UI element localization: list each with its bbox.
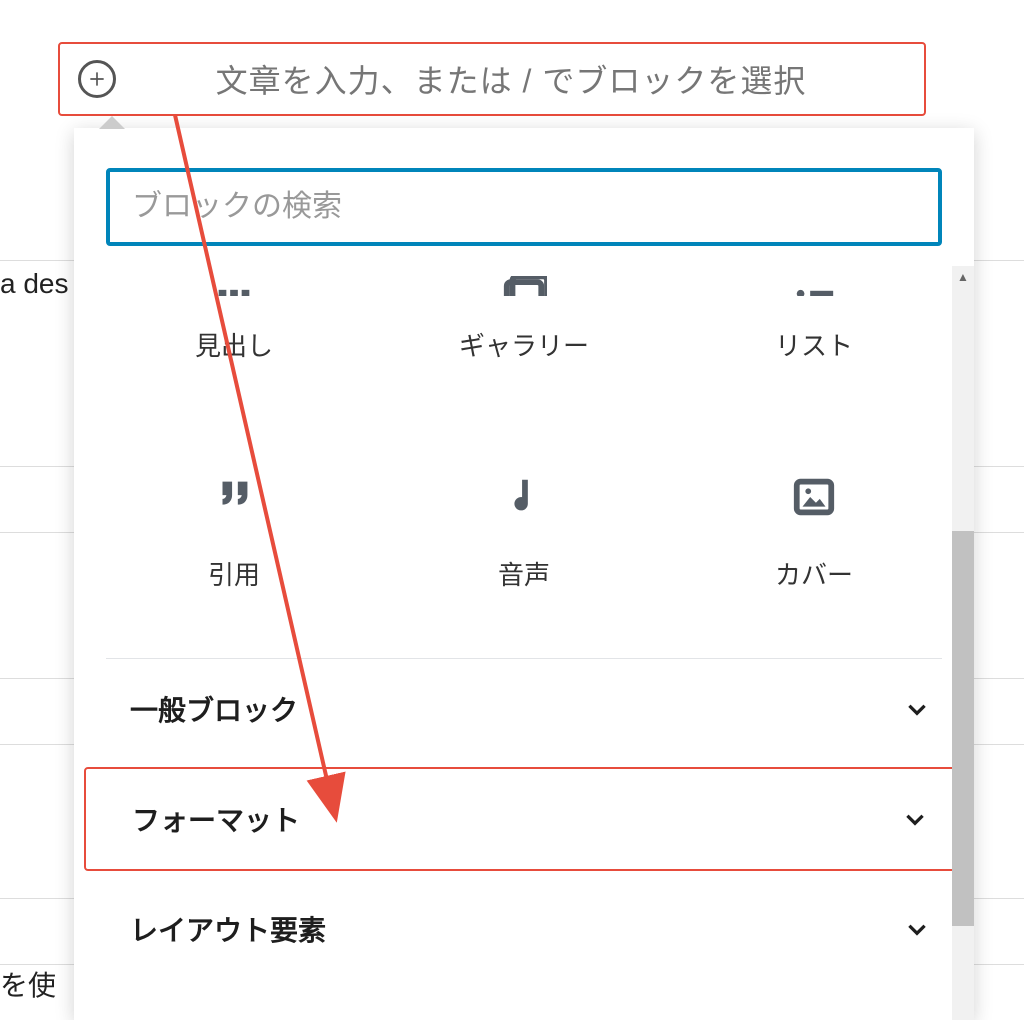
- add-block-icon[interactable]: [78, 60, 116, 98]
- category-label: 一般ブロック: [130, 689, 298, 729]
- gallery-icon: [496, 276, 552, 296]
- background-text-fragment: を使: [0, 964, 56, 1004]
- block-grid: 見出し ギャラリー リスト 引用: [74, 266, 974, 648]
- block-label: カバー: [775, 555, 853, 592]
- quote-icon: [206, 469, 262, 525]
- list-icon: [786, 276, 842, 296]
- category-general-blocks[interactable]: 一般ブロック: [74, 659, 974, 759]
- block-item-audio[interactable]: 音声: [384, 399, 664, 618]
- block-label: 音声: [498, 555, 550, 592]
- block-item-list[interactable]: リスト: [674, 266, 954, 389]
- popover-caret: [100, 118, 124, 130]
- search-wrap: [74, 128, 974, 266]
- chevron-down-icon: [904, 696, 930, 722]
- block-item-quote[interactable]: 引用: [94, 399, 374, 618]
- heading-icon: [206, 276, 262, 296]
- block-item-cover[interactable]: カバー: [674, 399, 954, 618]
- scrollbar-thumb[interactable]: [952, 531, 974, 926]
- scrollbar-up-arrow[interactable]: ▲: [952, 266, 974, 288]
- audio-icon: [496, 469, 552, 525]
- block-list-scrollarea[interactable]: 見出し ギャラリー リスト 引用: [74, 266, 974, 1020]
- paragraph-placeholder[interactable]: 文章を入力、または / でブロックを選択: [116, 56, 906, 102]
- block-label: 引用: [208, 555, 260, 592]
- block-item-heading[interactable]: 見出し: [94, 266, 374, 389]
- block-label: リスト: [775, 326, 853, 363]
- block-label: 見出し: [195, 326, 273, 363]
- cover-icon: [786, 469, 842, 525]
- scrollbar-track[interactable]: ▲: [952, 266, 974, 1020]
- category-layout-elements[interactable]: レイアウト要素: [74, 879, 974, 979]
- category-format[interactable]: フォーマット: [84, 767, 964, 871]
- block-label: ギャラリー: [459, 326, 589, 363]
- category-label: フォーマット: [132, 799, 300, 839]
- block-appender-row[interactable]: 文章を入力、または / でブロックを選択: [58, 42, 926, 116]
- chevron-down-icon: [904, 916, 930, 942]
- block-inserter-popover: 見出し ギャラリー リスト 引用: [74, 128, 974, 1020]
- background-text-fragment: a des: [0, 268, 69, 300]
- block-search-input[interactable]: [106, 168, 942, 246]
- block-item-gallery[interactable]: ギャラリー: [384, 266, 664, 389]
- chevron-down-icon: [902, 806, 928, 832]
- category-label: レイアウト要素: [130, 909, 326, 949]
